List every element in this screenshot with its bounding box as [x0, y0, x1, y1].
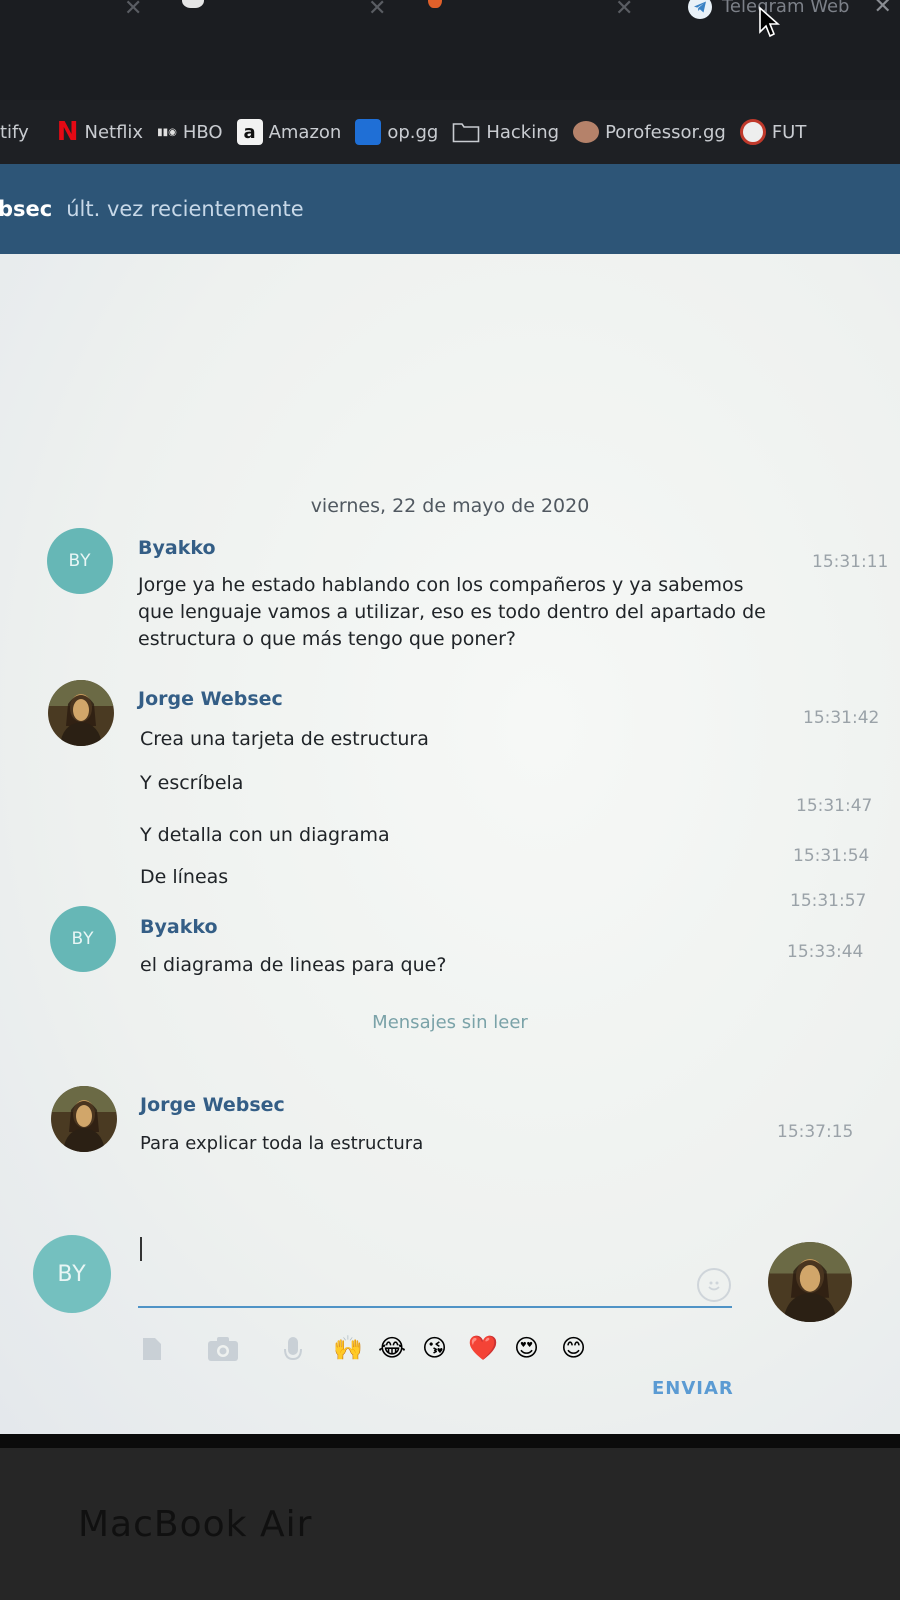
- screen-edge: [0, 1434, 900, 1448]
- message-text: el diagrama de lineas para que?: [140, 954, 447, 976]
- chat-history[interactable]: viernes, 22 de mayo de 2020 BY Byakko 15…: [0, 254, 900, 1434]
- close-tab-icon[interactable]: ✕: [873, 0, 891, 19]
- bookmark-label: Hacking: [486, 121, 560, 143]
- message-time: 15:37:15: [777, 1122, 854, 1142]
- tab-close-icon[interactable]: ✕: [124, 0, 142, 21]
- emoji-heart-eyes[interactable]: 😍: [514, 1334, 539, 1362]
- bookmark-label: op.gg: [387, 121, 439, 143]
- amazon-icon: a: [236, 119, 263, 145]
- bookmark-label: tify: [0, 121, 29, 143]
- emoji-heart[interactable]: ❤️: [468, 1334, 498, 1362]
- bookmark-label: Porofessor.gg: [605, 121, 726, 143]
- message-time: 15:31:47: [796, 796, 873, 816]
- peer-avatar[interactable]: [768, 1242, 852, 1322]
- message-time: 15:31:11: [812, 552, 889, 572]
- smile-icon: [708, 1281, 720, 1291]
- microphone-icon[interactable]: [284, 1336, 302, 1364]
- laptop-bezel: MacBook Air: [0, 1434, 900, 1600]
- message-author[interactable]: Jorge Websec: [138, 688, 283, 710]
- github-icon: [182, 0, 204, 8]
- tab-favicon-icon: [428, 0, 442, 8]
- bookmark-label: Netflix: [84, 121, 144, 143]
- bookmark-opgg[interactable]: op.gg: [355, 119, 438, 145]
- message-text: Jorge ya he estado hablando con los comp…: [138, 572, 838, 653]
- mona-lisa-avatar-icon: [48, 680, 114, 746]
- composer-avatar[interactable]: BY: [33, 1235, 111, 1313]
- message-time: 15:31:42: [803, 708, 880, 728]
- message-line: que lenguaje vamos a utilizar, eso es to…: [138, 601, 766, 623]
- bookmarks-bar: tify N Netflix ▮▮◉ HBO a Amazon op.gg Ha…: [0, 100, 900, 164]
- peer-name: bsec: [0, 197, 53, 221]
- chat-header[interactable]: bsec últ. vez recientemente: [0, 164, 900, 254]
- tab-close-icon[interactable]: ✕: [368, 0, 386, 21]
- message-input[interactable]: [138, 1306, 732, 1308]
- message-text: Y detalla con un diagrama: [140, 824, 390, 846]
- emoji-picker-button[interactable]: [697, 1268, 731, 1302]
- opgg-icon: [355, 119, 382, 145]
- bookmark-fut[interactable]: FUT: [739, 119, 807, 145]
- folder-icon: [453, 123, 480, 143]
- emoji-raised-hands[interactable]: 🙌: [333, 1334, 363, 1362]
- attach-file-icon[interactable]: [140, 1336, 164, 1362]
- telegram-icon: [688, 0, 712, 19]
- avatar-jorge-websec[interactable]: [48, 680, 114, 746]
- message-author[interactable]: Byakko: [138, 537, 216, 559]
- bookmark-porofessor[interactable]: Porofessor.gg: [573, 121, 726, 143]
- bookmark-amazon[interactable]: a Amazon: [236, 119, 342, 145]
- unread-messages-separator: Mensajes sin leer: [372, 1012, 528, 1033]
- bookmark-hbo[interactable]: ▮▮◉ HBO: [157, 122, 222, 143]
- bookmark-label: HBO: [182, 121, 223, 143]
- fut-icon: [739, 119, 766, 145]
- avatar-byakko[interactable]: BY: [47, 528, 113, 594]
- mona-lisa-avatar-icon: [51, 1086, 117, 1152]
- tab-title: Telegram Web: [722, 0, 850, 17]
- message-text: Y escríbela: [140, 772, 244, 794]
- emoji-smile[interactable]: 😊: [561, 1334, 586, 1362]
- attach-photo-icon[interactable]: [207, 1336, 239, 1362]
- message-text: De líneas: [140, 866, 229, 888]
- send-button[interactable]: ENVIAR: [652, 1378, 734, 1399]
- hbo-icon: ▮▮◉: [157, 126, 177, 138]
- message-time: 15:31:54: [793, 846, 870, 866]
- avatar-jorge-websec[interactable]: [51, 1086, 117, 1152]
- message-text: Crea una tarjeta de estructura: [140, 728, 429, 750]
- bookmark-label: Amazon: [268, 121, 342, 143]
- avatar-byakko[interactable]: BY: [50, 906, 116, 972]
- message-text: Para explicar toda la estructura: [140, 1133, 424, 1154]
- date-separator: viernes, 22 de mayo de 2020: [310, 495, 590, 517]
- message-line: estructura o que más tengo que poner?: [138, 628, 516, 650]
- message-author[interactable]: Byakko: [140, 916, 218, 938]
- device-label: MacBook Air: [78, 1504, 313, 1545]
- peer-status: últ. vez recientemente: [66, 197, 304, 221]
- bookmark-hacking[interactable]: Hacking: [452, 121, 559, 143]
- message-time: 15:33:44: [787, 942, 864, 962]
- mona-lisa-avatar-icon: [768, 1242, 852, 1322]
- browser-tab-strip: ✕ ✕ ✕ Telegram Web ✕: [0, 0, 900, 100]
- bookmark-label: FUT: [771, 121, 807, 143]
- emoji-joy[interactable]: 😂: [378, 1334, 406, 1362]
- message-time: 15:31:57: [790, 891, 867, 911]
- mouse-cursor-icon: [759, 6, 780, 38]
- message-line: Jorge ya he estado hablando con los comp…: [138, 574, 744, 596]
- porofessor-icon: [573, 121, 600, 143]
- emoji-kiss[interactable]: 😘: [422, 1334, 447, 1362]
- tab-close-icon[interactable]: ✕: [615, 0, 633, 21]
- tab-telegram-web[interactable]: Telegram Web ✕: [688, 0, 892, 19]
- netflix-icon: N: [56, 117, 79, 147]
- text-cursor: [140, 1237, 142, 1261]
- bookmark-netflix[interactable]: N Netflix: [57, 117, 143, 147]
- bookmark-spotify[interactable]: tify: [0, 122, 29, 143]
- message-author[interactable]: Jorge Websec: [140, 1094, 285, 1116]
